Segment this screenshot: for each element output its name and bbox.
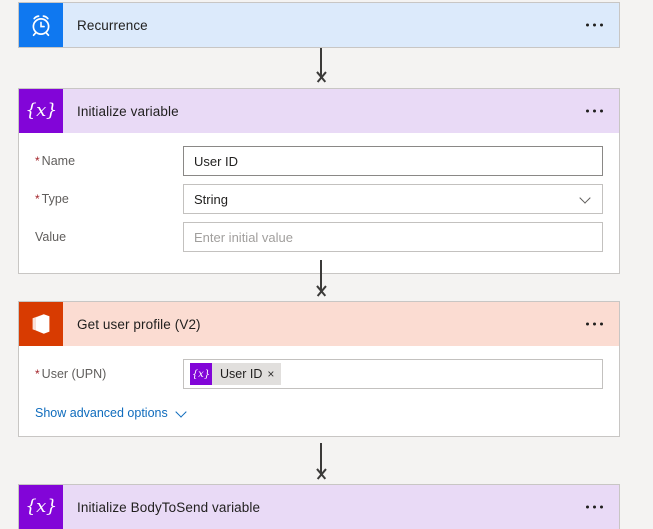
dropdown-variable-type-value: String <box>194 191 228 207</box>
card-header-initialize-variable[interactable]: {x} Initialize variable <box>19 89 619 133</box>
flow-designer-canvas: Recurrence {x} Initialize variable * Nam… <box>0 0 653 529</box>
label-value-text: Value <box>35 230 67 244</box>
connector-arrow-1 <box>313 48 329 86</box>
flow-card-get-user-profile[interactable]: Get user profile (V2) * User (UPN) {x} U… <box>18 301 620 437</box>
dynamic-content-token[interactable]: {x} User ID × <box>190 363 282 385</box>
input-variable-value[interactable]: Enter initial value <box>183 222 603 252</box>
label-type-text: Type <box>41 192 69 206</box>
flow-card-initialize-variable[interactable]: {x} Initialize variable * Name User ID * <box>18 88 620 274</box>
more-options-icon[interactable] <box>584 20 605 31</box>
label-user-upn-text: User (UPN) <box>41 367 107 381</box>
label-name: * Name <box>35 154 183 168</box>
dropdown-variable-type[interactable]: String <box>183 184 603 214</box>
input-variable-name-value: User ID <box>194 153 239 169</box>
card-body-get-user-profile: * User (UPN) {x} User ID × Show advanced… <box>19 346 619 436</box>
card-title-initialize-variable: Initialize variable <box>77 103 179 119</box>
variable-token-icon: {x} <box>190 363 212 385</box>
card-header-initialize-bodytosend-variable[interactable]: {x} Initialize BodyToSend variable <box>19 485 619 529</box>
card-header-get-user-profile[interactable]: Get user profile (V2) <box>19 302 619 346</box>
form-row-value: Value Enter initial value <box>35 219 603 255</box>
input-variable-name[interactable]: User ID <box>183 146 603 176</box>
required-asterisk: * <box>35 192 40 206</box>
more-options-icon[interactable] <box>584 106 605 117</box>
variable-glyph: {x} <box>25 100 57 121</box>
input-variable-value-placeholder: Enter initial value <box>194 229 293 245</box>
alarm-clock-icon <box>19 3 63 47</box>
variable-icon: {x} <box>19 89 63 133</box>
label-user-upn: * User (UPN) <box>35 367 183 381</box>
form-row-user-upn: * User (UPN) {x} User ID × <box>35 356 603 392</box>
form-row-name: * Name User ID <box>35 143 603 179</box>
card-body-initialize-variable: * Name User ID * Type String Value Enter… <box>19 133 619 273</box>
more-options-icon[interactable] <box>584 502 605 513</box>
flow-card-initialize-bodytosend-variable[interactable]: {x} Initialize BodyToSend variable <box>18 484 620 529</box>
card-title-recurrence: Recurrence <box>77 17 148 33</box>
label-value: Value <box>35 230 183 244</box>
office-365-icon <box>19 302 63 346</box>
required-asterisk: * <box>35 154 40 168</box>
connector-arrow-3 <box>313 443 329 483</box>
card-header-recurrence[interactable]: Recurrence <box>19 3 619 47</box>
label-type: * Type <box>35 192 183 206</box>
chevron-down-icon[interactable] <box>176 407 188 419</box>
show-advanced-options-label: Show advanced options <box>35 406 168 420</box>
required-asterisk: * <box>35 367 40 381</box>
variable-glyph: {x} <box>25 496 57 517</box>
label-name-text: Name <box>41 154 76 168</box>
connector-arrow-2 <box>313 260 329 300</box>
flow-card-recurrence[interactable]: Recurrence <box>18 2 620 48</box>
chevron-down-icon[interactable] <box>580 193 592 205</box>
more-options-icon[interactable] <box>584 319 605 330</box>
card-title-get-user-profile: Get user profile (V2) <box>77 316 201 332</box>
variable-icon: {x} <box>19 485 63 529</box>
input-user-upn[interactable]: {x} User ID × <box>183 359 603 389</box>
token-label: User ID <box>220 367 263 381</box>
card-title-initialize-bodytosend-variable: Initialize BodyToSend variable <box>77 499 261 515</box>
form-row-type: * Type String <box>35 181 603 217</box>
show-advanced-options-link[interactable]: Show advanced options <box>35 406 188 420</box>
close-icon[interactable]: × <box>266 368 281 380</box>
